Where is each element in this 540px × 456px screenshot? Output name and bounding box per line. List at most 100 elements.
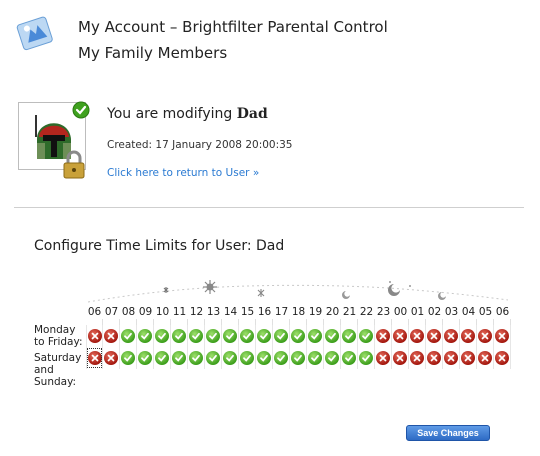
- page-title: My Account – Brightfilter Parental Contr…: [78, 18, 388, 36]
- time-limits-title: Configure Time Limits for User: Dad: [34, 238, 285, 254]
- allowed-hour-toggle[interactable]: [222, 325, 239, 347]
- blocked-hour-toggle[interactable]: [86, 347, 103, 369]
- allowed-hour-toggle[interactable]: [171, 347, 188, 369]
- allowed-hour-toggle[interactable]: [290, 325, 307, 347]
- cross-icon: [376, 351, 390, 365]
- allowed-hour-toggle[interactable]: [205, 347, 222, 369]
- allowed-hour-toggle[interactable]: [120, 325, 137, 347]
- blocked-hour-toggle[interactable]: [460, 325, 477, 347]
- check-icon: [240, 351, 254, 365]
- check-icon: [325, 329, 339, 343]
- check-icon: [342, 329, 356, 343]
- cross-icon: [461, 351, 475, 365]
- blocked-hour-toggle[interactable]: [103, 347, 120, 369]
- allowed-hour-toggle[interactable]: [154, 325, 171, 347]
- check-badge-icon: [72, 101, 90, 119]
- check-icon: [240, 329, 254, 343]
- allowed-hour-toggle[interactable]: [256, 325, 273, 347]
- cross-icon: [495, 351, 509, 365]
- blocked-hour-toggle[interactable]: [392, 347, 409, 369]
- hour-label: 18: [291, 306, 306, 318]
- cross-icon: [87, 329, 102, 343]
- allowed-hour-toggle[interactable]: [324, 347, 341, 369]
- blocked-hour-toggle[interactable]: [409, 325, 426, 347]
- check-icon: [223, 351, 237, 365]
- hour-label: 16: [257, 306, 272, 318]
- allowed-hour-toggle[interactable]: [137, 347, 154, 369]
- cross-icon: [495, 329, 509, 343]
- allowed-hour-toggle[interactable]: [290, 347, 307, 369]
- hour-label: 07: [104, 306, 119, 318]
- blocked-hour-toggle[interactable]: [409, 347, 426, 369]
- cross-icon: [461, 329, 475, 343]
- allowed-hour-toggle[interactable]: [222, 347, 239, 369]
- user-name: Dad: [236, 106, 268, 122]
- cross-icon: [104, 329, 118, 343]
- cross-icon: [87, 351, 102, 365]
- cross-icon: [478, 351, 492, 365]
- check-icon: [121, 329, 135, 343]
- blocked-hour-toggle[interactable]: [375, 347, 392, 369]
- allowed-hour-toggle[interactable]: [137, 325, 154, 347]
- weekend-label: Saturday and Sunday:: [34, 352, 82, 388]
- allowed-hour-toggle[interactable]: [188, 347, 205, 369]
- blocked-hour-toggle[interactable]: [477, 325, 494, 347]
- check-icon: [189, 329, 203, 343]
- section-divider: [14, 207, 524, 208]
- allowed-hour-toggle[interactable]: [358, 347, 375, 369]
- allowed-hour-toggle[interactable]: [307, 347, 324, 369]
- blocked-hour-toggle[interactable]: [494, 325, 511, 347]
- hour-label: 17: [274, 306, 289, 318]
- return-to-user-link[interactable]: Click here to return to User »: [107, 167, 259, 179]
- hour-label: 05: [478, 306, 493, 318]
- cross-icon: [410, 329, 424, 343]
- allowed-hour-toggle[interactable]: [256, 347, 273, 369]
- check-icon: [359, 329, 373, 343]
- hour-label: 06: [495, 306, 510, 318]
- hour-label: 12: [189, 306, 204, 318]
- blocked-hour-toggle[interactable]: [443, 325, 460, 347]
- check-icon: [308, 351, 322, 365]
- hour-label: 22: [359, 306, 374, 318]
- allowed-hour-toggle[interactable]: [273, 325, 290, 347]
- allowed-hour-toggle[interactable]: [341, 325, 358, 347]
- blocked-hour-toggle[interactable]: [426, 325, 443, 347]
- allowed-hour-toggle[interactable]: [171, 325, 188, 347]
- check-icon: [308, 329, 322, 343]
- blocked-hour-toggle[interactable]: [86, 325, 103, 347]
- check-icon: [291, 351, 305, 365]
- allowed-hour-toggle[interactable]: [239, 325, 256, 347]
- blocked-hour-toggle[interactable]: [477, 347, 494, 369]
- blocked-hour-toggle[interactable]: [426, 347, 443, 369]
- cross-icon: [410, 351, 424, 365]
- allowed-hour-toggle[interactable]: [154, 347, 171, 369]
- weekday-label: Monday to Friday:: [34, 324, 83, 348]
- cross-icon: [444, 329, 458, 343]
- allowed-hour-toggle[interactable]: [120, 347, 137, 369]
- allowed-hour-toggle[interactable]: [188, 325, 205, 347]
- blocked-hour-toggle[interactable]: [103, 325, 120, 347]
- check-icon: [155, 351, 169, 365]
- allowed-hour-toggle[interactable]: [307, 325, 324, 347]
- cross-icon: [444, 351, 458, 365]
- hour-label: 20: [325, 306, 340, 318]
- blocked-hour-toggle[interactable]: [392, 325, 409, 347]
- hour-label: 06: [87, 306, 102, 318]
- allowed-hour-toggle[interactable]: [205, 325, 222, 347]
- allowed-hour-toggle[interactable]: [358, 325, 375, 347]
- blocked-hour-toggle[interactable]: [375, 325, 392, 347]
- save-changes-button[interactable]: Save Changes: [406, 425, 490, 441]
- blocked-hour-toggle[interactable]: [443, 347, 460, 369]
- blocked-hour-toggle[interactable]: [460, 347, 477, 369]
- allowed-hour-toggle[interactable]: [273, 347, 290, 369]
- modifying-prefix: You are modifying: [107, 106, 233, 122]
- blocked-hour-toggle[interactable]: [494, 347, 511, 369]
- hour-label: 15: [240, 306, 255, 318]
- cross-icon: [427, 329, 441, 343]
- family-logo-icon: [16, 16, 53, 51]
- allowed-hour-toggle[interactable]: [341, 347, 358, 369]
- weekday-row: [86, 325, 511, 347]
- check-icon: [359, 351, 373, 365]
- allowed-hour-toggle[interactable]: [239, 347, 256, 369]
- allowed-hour-toggle[interactable]: [324, 325, 341, 347]
